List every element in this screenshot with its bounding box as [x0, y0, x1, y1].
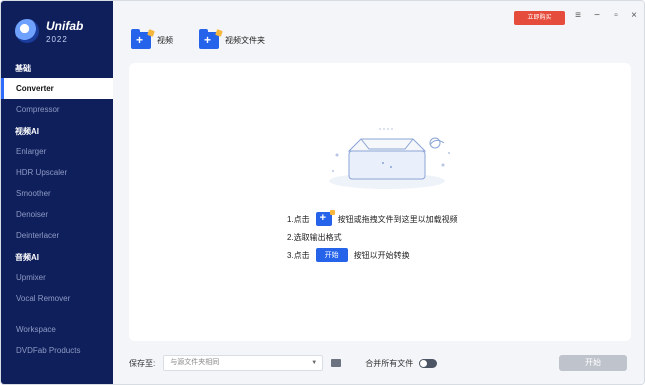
browse-folder-icon[interactable] — [331, 359, 342, 367]
empty-box-illustration — [329, 128, 450, 189]
save-location-select[interactable]: 与源文件夹相同 ▼ — [163, 355, 324, 371]
save-location-value: 与源文件夹相同 — [170, 359, 220, 366]
sidebar-item-smoother[interactable]: Smoother — [1, 183, 113, 204]
maximize-icon[interactable]: ▫ — [610, 10, 622, 21]
merge-files-label: 合并所有文件 — [365, 358, 414, 368]
logo-icon — [15, 19, 39, 43]
close-icon[interactable]: × — [628, 10, 640, 21]
start-button[interactable]: 开始 — [559, 355, 627, 371]
step1-prefix: 1.点击 — [287, 214, 310, 224]
sidebar-item-converter[interactable]: Converter — [1, 78, 113, 99]
step3-prefix: 3.点击 — [287, 250, 310, 260]
section-title-video-ai: 视频AI — [15, 127, 39, 136]
sidebar-item-hdr-upscaler[interactable]: HDR Upscaler — [1, 162, 113, 183]
chevron-down-icon: ▼ — [311, 360, 318, 366]
bottom-bar: 保存至: 与源文件夹相同 ▼ 合并所有文件 开始 — [129, 353, 639, 373]
app-window: Unifab 2022 基础 Converter Compressor 视频AI… — [0, 0, 645, 385]
merge-files-toggle[interactable] — [419, 358, 438, 368]
sidebar-item-upmixer[interactable]: Upmixer — [1, 267, 113, 288]
add-video-button[interactable]: + 视频 — [131, 28, 173, 49]
sidebar-item-deinterlacer[interactable]: Deinterlacer — [1, 225, 113, 246]
step2-text: 2.选取输出格式 — [287, 232, 342, 242]
main-panel: + 视频 + 视频文件夹 立即购买 ≡ − ▫ × 1.点击 + 按钮或拖拽文件… — [113, 1, 644, 384]
menu-icon[interactable]: ≡ — [572, 10, 584, 21]
buy-now-button[interactable]: 立即购买 — [514, 11, 565, 25]
add-folder-icon: + — [199, 28, 223, 49]
step1-suffix: 按钮或拖拽文件到这里以加载视频 — [337, 214, 458, 224]
minimize-icon[interactable]: − — [591, 10, 603, 21]
sidebar-item-dvdfab-products[interactable]: DVDFab Products — [1, 340, 113, 361]
section-title-audio-ai: 音频AI — [15, 253, 39, 262]
sidebar-item-enlarger[interactable]: Enlarger — [1, 141, 113, 162]
save-to-label: 保存至: — [129, 358, 156, 368]
app-name: Unifab — [46, 19, 84, 33]
add-file-icon[interactable]: + — [315, 210, 335, 226]
app-logo: Unifab 2022 — [15, 17, 111, 51]
sidebar: Unifab 2022 基础 Converter Compressor 视频AI… — [1, 1, 113, 384]
add-video-icon: + — [131, 28, 155, 49]
sidebar-item-vocal-remover[interactable]: Vocal Remover — [1, 288, 113, 309]
add-folder-label: 视频文件夹 — [225, 35, 265, 45]
sidebar-item-denoiser[interactable]: Denoiser — [1, 204, 113, 225]
instruction-step-2: 2.选取输出格式 — [287, 229, 342, 245]
sidebar-item-compressor[interactable]: Compressor — [1, 99, 113, 120]
instruction-step-3: 3.点击 开始 按钮以开始转换 — [287, 247, 410, 263]
step3-suffix: 按钮以开始转换 — [353, 250, 410, 260]
app-year: 2022 — [46, 35, 68, 44]
file-drop-area[interactable]: 1.点击 + 按钮或拖拽文件到这里以加载视频 2.选取输出格式 3.点击 开始 … — [129, 63, 631, 341]
inline-start-button: 开始 — [315, 248, 348, 262]
instruction-step-1: 1.点击 + 按钮或拖拽文件到这里以加载视频 — [287, 210, 458, 227]
add-video-label: 视频 — [157, 35, 173, 45]
top-toolbar: + 视频 + 视频文件夹 — [131, 28, 291, 51]
sidebar-item-workspace[interactable]: Workspace — [1, 319, 113, 340]
add-folder-button[interactable]: + 视频文件夹 — [199, 28, 265, 49]
section-title-basic: 基础 — [15, 64, 31, 73]
